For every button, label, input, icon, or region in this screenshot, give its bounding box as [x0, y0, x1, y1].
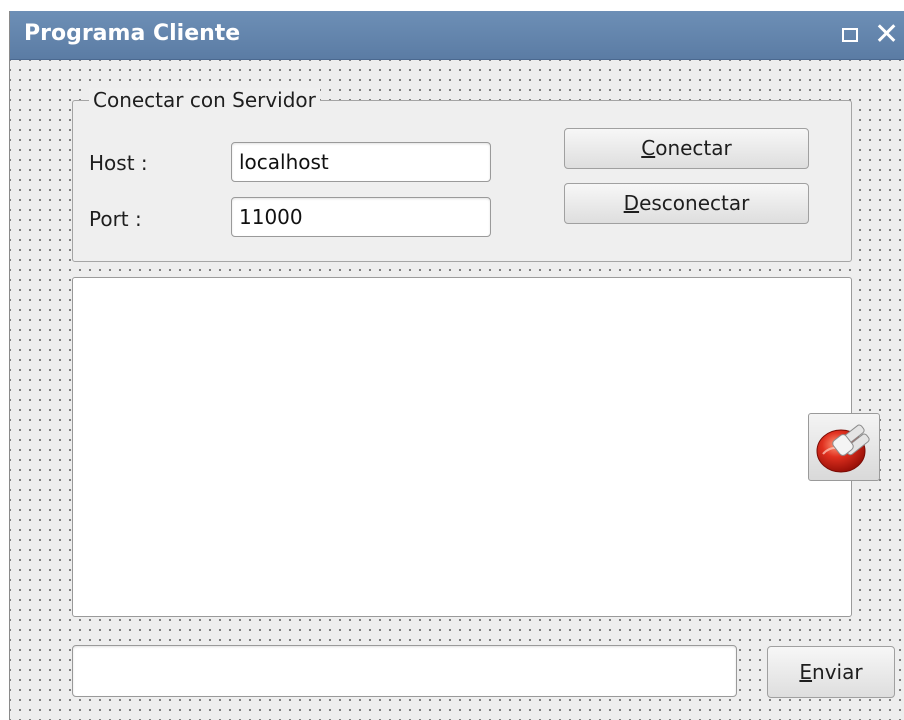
disconnect-button[interactable]: Desconectar — [564, 183, 809, 224]
port-label: Port : — [89, 207, 142, 231]
title-bar[interactable]: Programa Cliente ✕ — [10, 11, 904, 60]
send-mnemonic: E — [799, 660, 813, 684]
send-label: nviar — [812, 660, 863, 684]
connection-group-title: Conectar con Servidor — [89, 88, 320, 112]
disconnect-mnemonic: D — [623, 191, 640, 215]
plug-icon — [816, 424, 870, 473]
host-input[interactable]: localhost — [231, 142, 491, 182]
close-icon[interactable]: ✕ — [874, 18, 904, 52]
client-window: Programa Cliente ✕ Conectar con Servidor… — [9, 11, 904, 720]
connect-button[interactable]: Conectar — [564, 128, 809, 169]
maximize-icon[interactable] — [842, 28, 858, 42]
connect-mnemonic: C — [641, 136, 656, 160]
message-input[interactable] — [72, 645, 737, 697]
connection-groupbox: Conectar con Servidor Host : localhost P… — [72, 88, 852, 262]
connect-label: onectar — [655, 136, 732, 160]
port-input[interactable]: 11000 — [231, 197, 491, 237]
send-button[interactable]: Enviar — [767, 646, 895, 698]
disconnect-label: esconectar — [639, 191, 750, 215]
host-label: Host : — [89, 151, 148, 175]
plugin-button[interactable] — [808, 413, 880, 481]
messages-textarea[interactable] — [72, 277, 852, 617]
form-design-area: Conectar con Servidor Host : localhost P… — [10, 60, 904, 720]
window-title: Programa Cliente — [24, 21, 241, 46]
